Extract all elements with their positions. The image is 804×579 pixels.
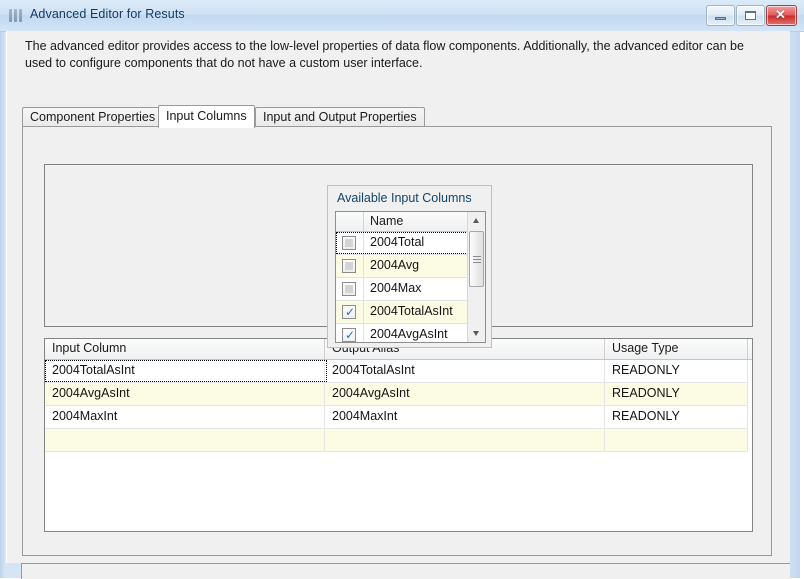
cell-usage-type[interactable]: READONLY xyxy=(605,383,748,405)
grid-header-input-column[interactable]: Input Column xyxy=(45,339,325,359)
available-column-row[interactable]: 2004Max xyxy=(336,278,468,301)
available-columns-rows: 2004Total 2004Avg 2004Max ✓ 2004TotalAsI… xyxy=(336,232,468,342)
window-frame-outer-edge xyxy=(800,0,804,578)
available-column-name: 2004AvgAsInt xyxy=(370,327,448,341)
tab-input-columns[interactable]: Input Columns xyxy=(158,105,255,128)
table-row[interactable]: 2004MaxInt 2004MaxInt READONLY xyxy=(45,406,748,429)
application-window: Advanced Editor for Resuts ✕ The advance… xyxy=(0,0,804,579)
checkbox-unchecked-icon[interactable] xyxy=(342,259,356,273)
available-column-checkbox-cell[interactable]: ✓ xyxy=(336,324,364,342)
maximize-button[interactable] xyxy=(736,5,765,26)
checkbox-unchecked-icon[interactable] xyxy=(342,236,356,250)
available-column-name: 2004Total xyxy=(370,235,425,249)
checkbox-checked-icon[interactable]: ✓ xyxy=(342,305,356,319)
scrollbar-thumb[interactable] xyxy=(469,231,484,287)
available-columns-scrollbar[interactable] xyxy=(467,212,485,342)
checkbox-checked-icon[interactable]: ✓ xyxy=(342,328,356,342)
cell-output-alias[interactable] xyxy=(325,429,605,451)
available-column-checkbox-cell[interactable] xyxy=(336,255,364,277)
table-row[interactable]: 2004AvgAsInt 2004AvgAsInt READONLY xyxy=(45,383,748,406)
tab-input-and-output-properties[interactable]: Input and Output Properties xyxy=(255,107,425,127)
scroll-down-icon[interactable] xyxy=(468,325,485,342)
available-columns-header-name: Name xyxy=(370,214,404,228)
window-title: Advanced Editor for Resuts xyxy=(30,7,185,21)
title-bar[interactable]: Advanced Editor for Resuts ✕ xyxy=(0,0,804,32)
available-column-checkbox-cell[interactable] xyxy=(336,278,364,300)
tab-page-input-columns: Available Input Columns Name 2004Total 2… xyxy=(22,126,772,556)
tab-component-properties[interactable]: Component Properties xyxy=(22,107,164,127)
cell-input-column[interactable]: 2004MaxInt xyxy=(45,406,325,428)
available-columns-header-row: Name xyxy=(336,212,468,232)
dialog-description: The advanced editor provides access to t… xyxy=(25,39,744,70)
available-column-checkbox-cell[interactable]: ✓ xyxy=(336,301,364,323)
maximize-icon xyxy=(745,11,756,20)
dialog-footer-separator xyxy=(21,563,790,579)
columns-icon xyxy=(9,8,24,23)
input-columns-grid[interactable]: Input Column Output Alias Usage Type 200… xyxy=(44,338,753,532)
cell-input-column[interactable]: 2004AvgAsInt xyxy=(45,383,325,405)
cell-output-alias[interactable]: 2004MaxInt xyxy=(325,406,605,428)
close-button[interactable]: ✕ xyxy=(766,5,797,26)
minimize-button[interactable] xyxy=(706,5,735,26)
available-input-columns-group: Available Input Columns Name 2004Total 2… xyxy=(327,185,492,348)
cell-input-column[interactable] xyxy=(45,429,325,451)
available-input-columns-title: Available Input Columns xyxy=(337,191,472,205)
available-column-name: 2004Avg xyxy=(370,258,420,272)
minimize-icon xyxy=(715,17,726,20)
available-column-row[interactable]: ✓ 2004TotalAsInt xyxy=(336,301,468,324)
cell-usage-type[interactable] xyxy=(605,429,748,451)
available-column-checkbox-cell[interactable] xyxy=(336,232,364,254)
cell-usage-type[interactable]: READONLY xyxy=(605,360,748,382)
checkbox-unchecked-icon[interactable] xyxy=(342,282,356,296)
tab-strip: Component Properties Input Columns Input… xyxy=(22,105,772,128)
available-column-name: 2004TotalAsInt xyxy=(370,304,453,318)
grid-header-usage-type[interactable]: Usage Type xyxy=(605,339,748,359)
table-row[interactable]: 2004TotalAsInt 2004TotalAsInt READONLY xyxy=(45,360,748,383)
cell-output-alias[interactable]: 2004AvgAsInt xyxy=(325,383,605,405)
table-row-new[interactable] xyxy=(45,429,748,452)
cell-usage-type[interactable]: READONLY xyxy=(605,406,748,428)
close-icon: ✕ xyxy=(775,7,786,22)
available-column-row[interactable]: ✓ 2004AvgAsInt xyxy=(336,324,468,342)
grid-body: 2004TotalAsInt 2004TotalAsInt READONLY 2… xyxy=(45,360,748,452)
cell-output-alias[interactable]: 2004TotalAsInt xyxy=(325,360,605,382)
dialog-client-area: The advanced editor provides access to t… xyxy=(6,31,790,563)
available-column-row[interactable]: 2004Avg xyxy=(336,255,468,278)
scroll-up-icon[interactable] xyxy=(468,212,485,229)
available-column-row[interactable]: 2004Total xyxy=(336,232,468,255)
cell-input-column[interactable]: 2004TotalAsInt xyxy=(45,360,325,382)
available-column-name: 2004Max xyxy=(370,281,422,295)
available-input-columns-list[interactable]: Name 2004Total 2004Avg 2004Max ✓ 2004Tot… xyxy=(335,211,486,343)
available-columns-header-checkbox-cell xyxy=(336,212,364,231)
